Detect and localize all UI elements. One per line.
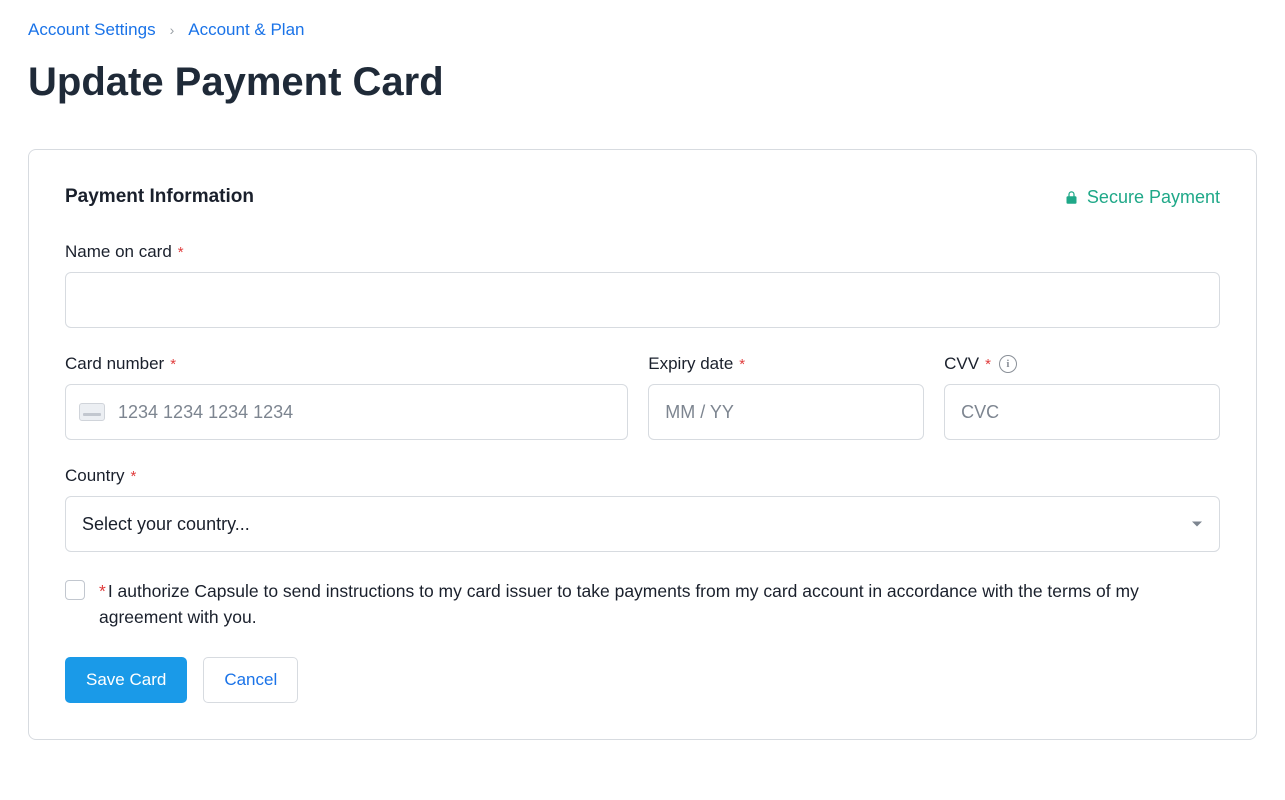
breadcrumb: Account Settings › Account & Plan	[28, 20, 1257, 40]
required-indicator: *	[178, 244, 184, 261]
card-number-label: Card number	[65, 354, 164, 374]
authorize-checkbox[interactable]	[65, 580, 85, 600]
required-indicator: *	[99, 581, 106, 601]
expiry-input[interactable]	[648, 384, 924, 440]
required-indicator: *	[985, 356, 991, 373]
cancel-button[interactable]: Cancel	[203, 657, 298, 703]
required-indicator: *	[170, 356, 176, 373]
lock-icon	[1064, 189, 1079, 206]
country-label: Country	[65, 466, 125, 486]
breadcrumb-account-plan[interactable]: Account & Plan	[188, 20, 304, 40]
credit-card-icon	[79, 403, 105, 421]
payment-form-card: Payment Information Secure Payment Name …	[28, 149, 1257, 740]
section-title: Payment Information	[65, 186, 254, 208]
required-indicator: *	[739, 356, 745, 373]
secure-payment-label: Secure Payment	[1087, 187, 1220, 208]
name-on-card-label: Name on card	[65, 242, 172, 262]
save-card-button[interactable]: Save Card	[65, 657, 187, 703]
chevron-right-icon: ›	[170, 22, 175, 38]
info-icon[interactable]: i	[999, 355, 1017, 373]
expiry-label: Expiry date	[648, 354, 733, 374]
cvv-input[interactable]	[944, 384, 1220, 440]
required-indicator: *	[131, 468, 137, 485]
page-title: Update Payment Card	[28, 60, 1257, 105]
secure-payment-badge: Secure Payment	[1064, 187, 1220, 208]
authorize-text-content: I authorize Capsule to send instructions…	[99, 581, 1139, 627]
name-on-card-input[interactable]	[65, 272, 1220, 328]
breadcrumb-account-settings[interactable]: Account Settings	[28, 20, 156, 40]
authorize-text: *I authorize Capsule to send instruction…	[99, 578, 1220, 631]
card-number-input[interactable]	[65, 384, 628, 440]
country-select[interactable]: Select your country...	[65, 496, 1220, 552]
cvv-label: CVV	[944, 354, 979, 374]
